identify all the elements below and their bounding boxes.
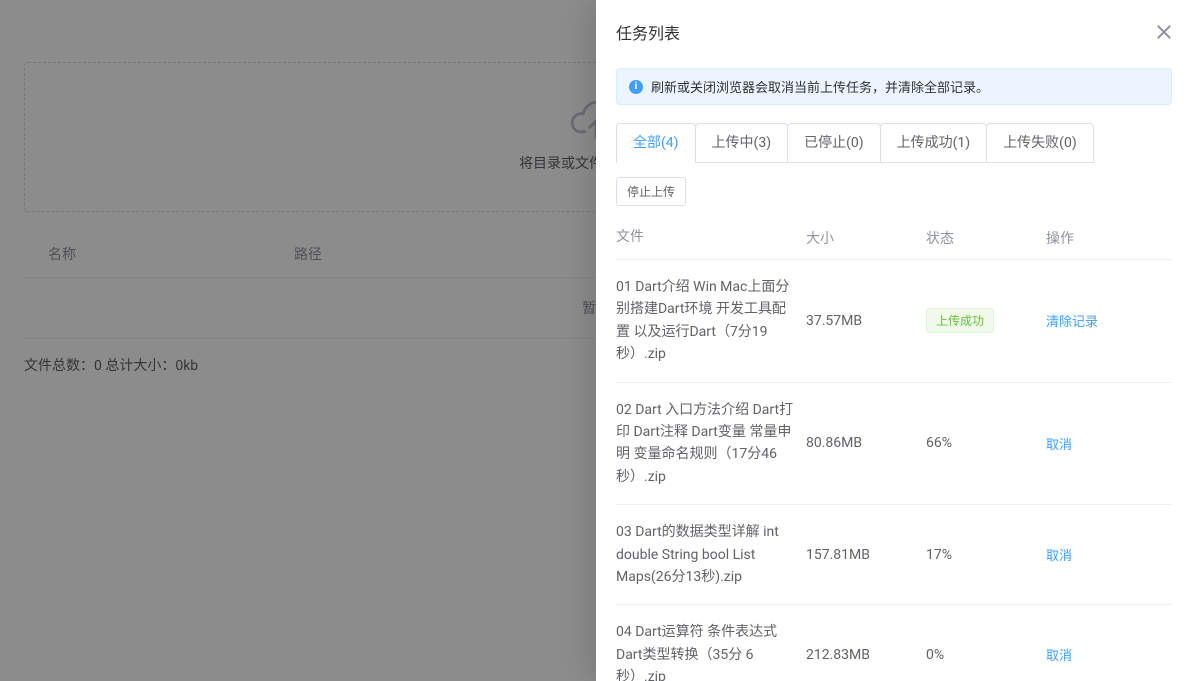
task-file-size: 37.57MB [806, 313, 926, 329]
drawer-header: 任务列表 [596, 0, 1192, 64]
tab-0[interactable]: 全部(4) [616, 123, 696, 163]
task-file-name: 04 Dart运算符 条件表达式 Dart类型转换（35分 6秒）.zip [616, 621, 806, 681]
task-file-name: 01 Dart介绍 Win Mac上面分别搭建Dart环境 开发工具配置 以及运… [616, 276, 806, 366]
task-row: 01 Dart介绍 Win Mac上面分别搭建Dart环境 开发工具配置 以及运… [616, 260, 1172, 383]
task-status: 66% [926, 435, 1046, 451]
tab-1[interactable]: 上传中(3) [695, 123, 789, 163]
task-list-drawer: 任务列表 i 刷新或关闭浏览器会取消当前上传任务，并清除全部记录。 全部(4)上… [596, 0, 1192, 681]
tab-4[interactable]: 上传失败(0) [986, 123, 1094, 163]
task-action-cell: 取消 [1046, 434, 1172, 453]
task-file-size: 157.81MB [806, 547, 926, 563]
task-status: 17% [926, 547, 1046, 563]
col-header-size: 大小 [806, 228, 926, 248]
col-header-action: 操作 [1046, 228, 1172, 248]
info-alert: i 刷新或关闭浏览器会取消当前上传任务，并清除全部记录。 [616, 68, 1172, 105]
cancel-link[interactable]: 取消 [1046, 649, 1072, 664]
cancel-link[interactable]: 取消 [1046, 549, 1072, 564]
col-header-status: 状态 [926, 228, 1046, 248]
task-file-name: 03 Dart的数据类型详解 int double String bool Li… [616, 521, 806, 588]
task-action-cell: 清除记录 [1046, 311, 1172, 330]
tabs: 全部(4)上传中(3)已停止(0)上传成功(1)上传失败(0) [616, 123, 1172, 163]
drawer-body: i 刷新或关闭浏览器会取消当前上传任务，并清除全部记录。 全部(4)上传中(3)… [596, 64, 1192, 681]
task-action-cell: 取消 [1046, 545, 1172, 564]
task-file-size: 80.86MB [806, 435, 926, 451]
task-status: 0% [926, 647, 1046, 663]
clear-record-link[interactable]: 清除记录 [1046, 315, 1098, 330]
task-row: 03 Dart的数据类型详解 int double String bool Li… [616, 505, 1172, 605]
task-table: 文件 大小 状态 操作 01 Dart介绍 Win Mac上面分别搭建Dart环… [616, 216, 1172, 681]
info-icon: i [629, 80, 643, 94]
task-status: 上传成功 [926, 308, 1046, 333]
status-badge: 上传成功 [926, 308, 994, 333]
close-icon[interactable] [1156, 24, 1172, 40]
tab-2[interactable]: 已停止(0) [787, 123, 881, 163]
task-action-cell: 取消 [1046, 645, 1172, 664]
stop-upload-button[interactable]: 停止上传 [616, 177, 686, 206]
drawer-title: 任务列表 [616, 20, 680, 44]
task-row: 02 Dart 入口方法介绍 Dart打印 Dart注释 Dart变量 常量申明… [616, 383, 1172, 506]
task-table-header: 文件 大小 状态 操作 [616, 216, 1172, 260]
col-header-file: 文件 [616, 226, 806, 248]
cancel-link[interactable]: 取消 [1046, 438, 1072, 453]
task-file-size: 212.83MB [806, 647, 926, 663]
task-row: 04 Dart运算符 条件表达式 Dart类型转换（35分 6秒）.zip212… [616, 605, 1172, 681]
tab-3[interactable]: 上传成功(1) [880, 123, 988, 163]
alert-text: 刷新或关闭浏览器会取消当前上传任务，并清除全部记录。 [651, 77, 989, 96]
task-file-name: 02 Dart 入口方法介绍 Dart打印 Dart注释 Dart变量 常量申明… [616, 399, 806, 489]
